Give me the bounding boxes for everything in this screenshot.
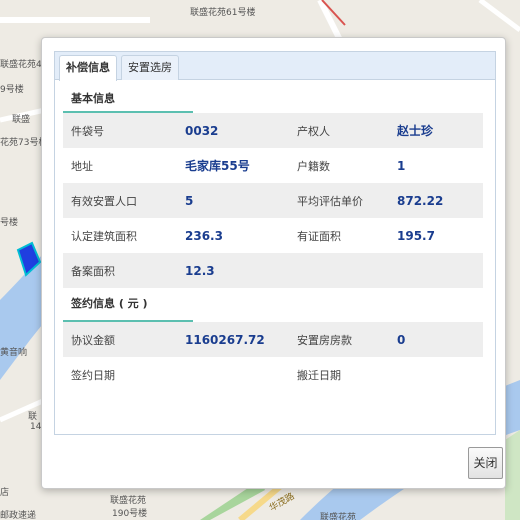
compensation-dialog: 补偿信息 安置选房 基本信息 件袋号 0032 产权人 赵士珍 地址 毛家库55… — [41, 37, 506, 489]
field-value: 195.7 — [397, 228, 435, 243]
info-row: 签约日期 搬迁日期 — [63, 357, 483, 392]
map-label: 邮政速递 — [0, 511, 37, 520]
info-row: 认定建筑面积 236.3 有证面积 195.7 — [63, 218, 483, 253]
field-label: 签约日期 — [71, 368, 115, 382]
field-value: 0 — [397, 332, 406, 347]
info-row: 有效安置人口 5 平均评估单价 872.22 — [63, 183, 483, 218]
field-label: 有效安置人口 — [71, 194, 137, 208]
field-value: 872.22 — [397, 193, 444, 208]
info-row: 件袋号 0032 产权人 赵士珍 — [63, 113, 483, 148]
field-label: 有证面积 — [297, 229, 341, 243]
tab-resettlement-housing[interactable]: 安置选房 — [121, 55, 179, 80]
map-label: 联 — [28, 412, 38, 422]
field-value: 毛家库55号 — [185, 159, 250, 173]
tab-content: 基本信息 件袋号 0032 产权人 赵士珍 地址 毛家库55号 户籍数 1 有效… — [63, 80, 483, 392]
map-label: 190号楼 — [112, 509, 148, 519]
field-label: 地址 — [71, 159, 93, 173]
map-label: 号楼 — [0, 218, 19, 228]
info-row: 协议金额 1160267.72 安置房房款 0 — [63, 322, 483, 357]
field-label: 平均评估单价 — [297, 194, 363, 208]
map-label: 店 — [0, 488, 10, 498]
section-title-basic: 基本信息 — [71, 92, 115, 105]
field-label: 认定建筑面积 — [71, 229, 137, 243]
field-label: 搬迁日期 — [297, 368, 341, 382]
info-row: 地址 毛家库55号 户籍数 1 — [63, 148, 483, 183]
map-label: 14 — [30, 422, 42, 432]
field-label: 产权人 — [297, 124, 330, 138]
field-value: 12.3 — [185, 263, 215, 278]
close-button[interactable]: 关闭 — [468, 447, 503, 479]
field-value: 1160267.72 — [185, 332, 265, 347]
field-value: 5 — [185, 193, 194, 208]
field-label: 协议金额 — [71, 333, 115, 347]
map-label: 联盛花苑 — [110, 496, 147, 506]
field-value: 赵士珍 — [397, 124, 434, 138]
map-label: 9号楼 — [0, 85, 24, 95]
map-label: 联盛花苑 — [320, 513, 357, 520]
map-label: 联盛 — [12, 115, 31, 125]
tab-compensation-info[interactable]: 补偿信息 — [59, 55, 117, 81]
field-label: 户籍数 — [297, 159, 330, 173]
section-title-sign: 签约信息 ( 元 ) — [71, 297, 148, 310]
map-label: 黄音响 — [0, 348, 28, 358]
map-label: 联盛花苑61号楼 — [190, 8, 256, 18]
field-label: 备案面积 — [71, 264, 115, 278]
tab-bar: 补偿信息 安置选房 — [55, 52, 495, 81]
field-value: 236.3 — [185, 228, 223, 243]
field-value: 0032 — [185, 123, 219, 138]
field-value: 1 — [397, 158, 406, 173]
tab-panel: 补偿信息 安置选房 基本信息 件袋号 0032 产权人 赵士珍 地址 毛家库55… — [54, 51, 496, 435]
field-label: 安置房房款 — [297, 333, 352, 347]
info-row: 备案面积 12.3 — [63, 253, 483, 288]
field-label: 件袋号 — [71, 124, 104, 138]
